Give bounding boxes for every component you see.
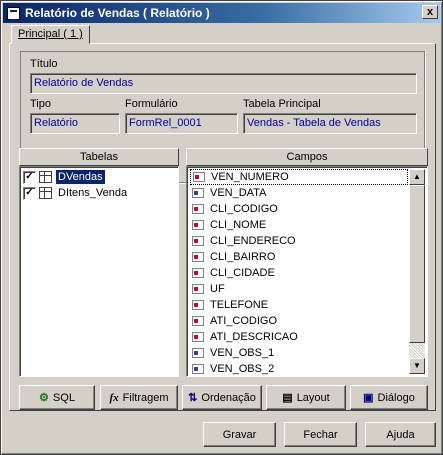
close-button[interactable]: x — [422, 5, 438, 19]
key-field-icon — [192, 316, 204, 326]
titulo-label: Título — [30, 58, 58, 70]
key-field-icon — [193, 172, 205, 182]
function-icon: fx — [109, 391, 119, 404]
checkbox-dvendas[interactable]: ✓ — [23, 170, 36, 184]
window-title: Relatório de Vendas ( Relatório ) — [25, 6, 210, 20]
table-item-label: DItens_Venda — [58, 187, 128, 199]
campos-header: Campos — [186, 148, 428, 166]
field-item-label: CLI_CODIGO — [210, 203, 278, 215]
table-item-label: DVendas — [56, 170, 105, 184]
key-field-icon — [192, 332, 204, 342]
tipo-label: Tipo — [30, 98, 51, 110]
scroll-down-button[interactable]: ▼ — [409, 358, 425, 374]
key-field-icon — [192, 204, 204, 214]
field-item-label: CLI_CIDADE — [210, 267, 275, 279]
tipo-field[interactable]: Relatório — [30, 113, 120, 134]
field-item[interactable]: TELEFONE — [190, 297, 408, 313]
titulo-field[interactable]: Relatório de Vendas — [30, 73, 417, 94]
ajuda-button-label: Ajuda — [386, 428, 415, 441]
scroll-up-button[interactable]: ▲ — [409, 169, 425, 185]
layout-icon: ▤ — [282, 392, 293, 404]
field-icon — [192, 364, 204, 374]
key-field-icon — [192, 268, 204, 278]
field-item[interactable]: CLI_BAIRRO — [190, 249, 408, 265]
arrow-up-icon: ▲ — [413, 172, 421, 181]
field-item-label: ATI_DESCRICAO — [210, 331, 298, 343]
tabela-principal-label: Tabela Principal — [243, 98, 321, 110]
field-item[interactable]: CLI_NOME — [190, 217, 408, 233]
table-icon — [39, 187, 52, 199]
field-item-label: CLI_ENDERECO — [210, 235, 296, 247]
key-field-icon — [192, 236, 204, 246]
field-item-label: UF — [210, 283, 225, 295]
app-icon — [7, 6, 20, 21]
campos-scrollbar[interactable]: ▲ ▼ — [409, 169, 425, 374]
field-item[interactable]: ATI_CODIGO — [190, 313, 408, 329]
sql-button[interactable]: ⚙ SQL — [19, 385, 95, 410]
ordenacao-button[interactable]: ⇅ Ordenação — [182, 385, 262, 410]
filtragem-button[interactable]: fx Filtragem — [100, 385, 178, 410]
field-item-label: VEN_NUMERO — [211, 171, 289, 183]
campos-list[interactable]: VEN_NUMERO VEN_DATA CLI_CODIGO CLI_NOME … — [186, 166, 428, 377]
tab-principal[interactable]: Principal ( 1 ) — [11, 25, 90, 44]
scroll-thumb[interactable] — [409, 185, 425, 343]
field-item[interactable]: CLI_CIDADE — [190, 265, 408, 281]
sql-button-label: SQL — [52, 391, 75, 404]
filtragem-button-label: Filtragem — [122, 391, 169, 404]
ordenacao-button-label: Ordenação — [201, 391, 256, 404]
key-field-icon — [192, 220, 204, 230]
tabela-principal-field[interactable]: Vendas - Tabela de Vendas — [243, 113, 417, 134]
title-bar[interactable]: Relatório de Vendas ( Relatório ) x — [3, 3, 440, 23]
dialogo-button-label: Diálogo — [377, 391, 415, 404]
gravar-button[interactable]: Gravar — [203, 422, 276, 447]
field-item-label: ATI_CODIGO — [210, 315, 278, 327]
field-item[interactable]: CLI_ENDERECO — [190, 233, 408, 249]
table-item-dvendas[interactable]: ✓ DVendas — [23, 169, 109, 185]
field-item-label: VEN_OBS_2 — [210, 363, 275, 375]
field-item-label: VEN_DATA — [210, 187, 267, 199]
field-item[interactable]: VEN_OBS_1 — [190, 345, 408, 361]
table-icon — [39, 171, 52, 183]
sql-icon: ⚙ — [39, 392, 49, 404]
field-item[interactable]: VEN_NUMERO — [190, 169, 408, 185]
formulario-field[interactable]: FormRel_0001 — [125, 113, 238, 134]
tab-panel: Título Relatório de Vendas Tipo Relatóri… — [9, 43, 436, 411]
dialogo-button[interactable]: ▣ Diálogo — [350, 385, 428, 410]
field-icon — [192, 348, 204, 358]
field-item[interactable]: VEN_OBS_2 — [190, 361, 408, 376]
dialog-icon: ▣ — [363, 392, 374, 404]
tabelas-header: Tabelas — [19, 148, 179, 166]
fechar-button[interactable]: Fechar — [284, 422, 357, 447]
fechar-button-label: Fechar — [303, 428, 338, 441]
field-item-label: CLI_BAIRRO — [210, 251, 276, 263]
key-field-icon — [192, 284, 204, 294]
gravar-button-label: Gravar — [222, 428, 257, 441]
tabelas-list[interactable]: ✓ DVendas ✓ DItens_Venda — [19, 166, 179, 377]
table-item-ditens-venda[interactable]: ✓ DItens_Venda — [23, 185, 133, 201]
field-item-label: TELEFONE — [210, 299, 269, 311]
tab-principal-label: Principal ( 1 ) — [18, 28, 83, 40]
report-window: Relatório de Vendas ( Relatório ) x Prin… — [0, 0, 443, 455]
checkbox-ditens-venda[interactable]: ✓ — [23, 186, 36, 200]
close-icon: x — [426, 6, 434, 18]
arrow-down-icon: ▼ — [413, 361, 421, 370]
layout-button[interactable]: ▤ Layout — [266, 385, 346, 410]
key-field-icon — [192, 300, 204, 310]
field-item[interactable]: CLI_CODIGO — [190, 201, 408, 217]
field-item-label: VEN_OBS_1 — [210, 347, 275, 359]
key-field-icon — [192, 252, 204, 262]
field-item-label: CLI_NOME — [210, 219, 267, 231]
field-icon — [192, 188, 204, 198]
formulario-label: Formulário — [125, 98, 178, 110]
field-item[interactable]: VEN_DATA — [190, 185, 408, 201]
field-item[interactable]: UF — [190, 281, 408, 297]
field-item[interactable]: ATI_DESCRICAO — [190, 329, 408, 345]
sort-icon: ⇅ — [188, 392, 198, 404]
layout-button-label: Layout — [296, 391, 330, 404]
ajuda-button[interactable]: Ajuda — [365, 422, 436, 447]
